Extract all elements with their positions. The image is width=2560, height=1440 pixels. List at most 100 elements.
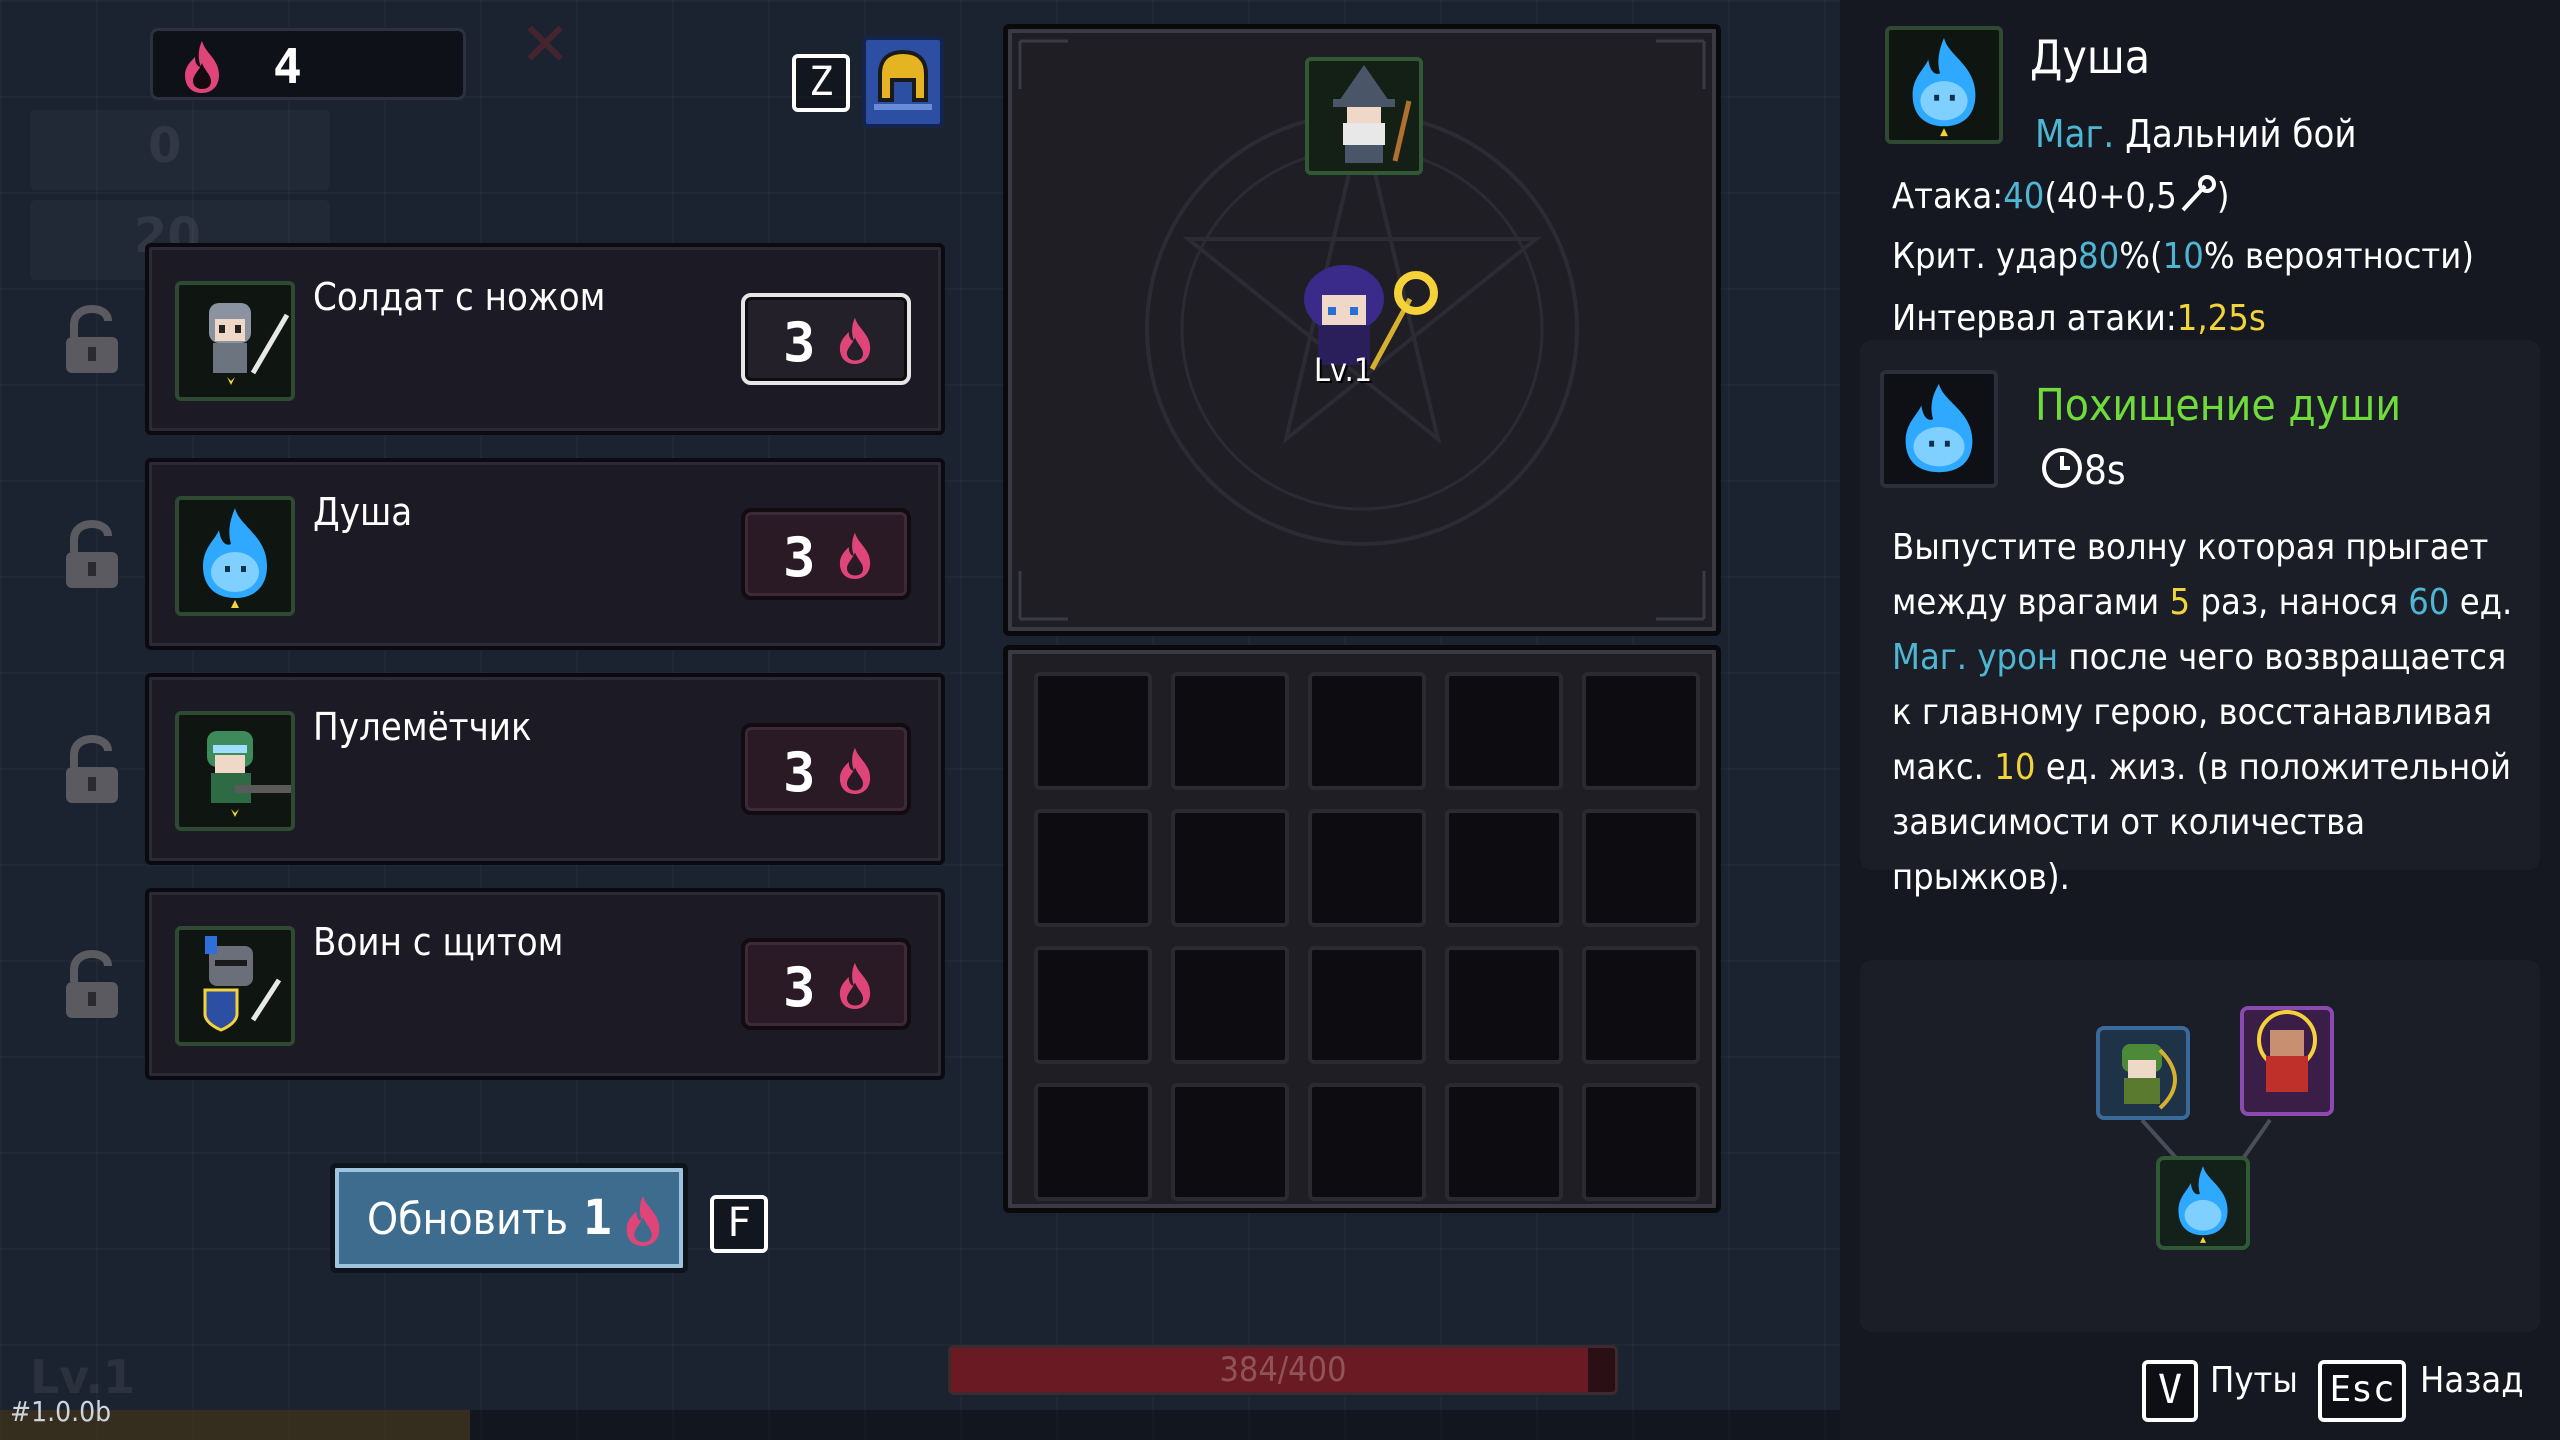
close-icon: ✕: [520, 10, 571, 80]
shop-item-4[interactable]: Воин с щитом 3: [145, 888, 945, 1080]
inventory-slot[interactable]: [1445, 946, 1563, 1064]
hero-pack-button[interactable]: [862, 36, 944, 128]
inventory-slot[interactable]: [1445, 1083, 1563, 1201]
clock-icon: [2042, 448, 2082, 488]
inventory-slot[interactable]: [1171, 809, 1289, 927]
crit-stat: Крит. удар80%(10% вероятности): [1892, 236, 2474, 277]
shop-item-2[interactable]: Душа 3: [145, 458, 945, 650]
lock-toggle-4[interactable]: [60, 949, 124, 1026]
skill-cooldown: 8s: [2040, 446, 2126, 494]
soul-count: 4: [273, 39, 302, 95]
synergy-links: [2140, 1118, 2272, 1162]
skill-icon-frame: [1880, 370, 1998, 488]
health-text: 384/400: [1219, 1350, 1347, 1390]
shop-item-name: Солдат с ножом: [313, 275, 606, 319]
soul-currency-counter: 4: [150, 28, 466, 100]
inventory-slot[interactable]: [1582, 672, 1700, 790]
skill-description: Выпустите волну которая прыгает между вр…: [1892, 527, 2513, 898]
skill-card: Похищение души 8s Выпустите волну котора…: [1860, 340, 2540, 898]
soul-icon: [1912, 37, 1976, 137]
health-bar: 384/400: [948, 1345, 1618, 1395]
buy-button[interactable]: 3: [741, 508, 911, 600]
formation-panel: Lv.1: [1003, 24, 1721, 636]
synergy-tree: [1860, 960, 2540, 1332]
soul-icon: [203, 508, 267, 608]
shop-item-name: Душа: [313, 490, 413, 534]
refresh-hotkey[interactable]: F: [710, 1195, 768, 1253]
attack-interval-stat: Интервал атаки:1,25s: [1892, 298, 2266, 339]
shop-item-name: Пулемётчик: [313, 705, 532, 749]
unlocked-padlock-icon: [66, 519, 118, 588]
inventory-slot[interactable]: [1308, 1083, 1426, 1201]
refresh-shop-button[interactable]: Обновить 1: [330, 1163, 688, 1273]
wizard-unit-slot[interactable]: [1305, 57, 1423, 175]
inventory-slot[interactable]: [1034, 672, 1152, 790]
shop-item-name: Воин с щитом: [313, 920, 564, 964]
unit-range-type: Дальний бой: [2125, 112, 2357, 156]
price-value: 3: [783, 956, 816, 1019]
synergy-monk-icon[interactable]: [2240, 1006, 2334, 1116]
inventory-slot[interactable]: [1308, 809, 1426, 927]
inventory-slot[interactable]: [1034, 946, 1152, 1064]
buy-button[interactable]: 3: [741, 723, 911, 815]
shield-warrior-portrait: [175, 926, 295, 1046]
skill-name: Похищение души: [2035, 380, 2402, 431]
inventory-slot[interactable]: [1445, 672, 1563, 790]
paths-label[interactable]: Путы: [2210, 1360, 2298, 1401]
inventory-slot[interactable]: [1582, 809, 1700, 927]
inventory-slot[interactable]: [1034, 1083, 1152, 1201]
soul-flame-icon: [185, 41, 219, 93]
lock-toggle-3[interactable]: [60, 734, 124, 811]
hero-level-label: Lv.1: [1314, 351, 1373, 389]
inventory-slot[interactable]: [1171, 672, 1289, 790]
gunner-portrait: [175, 711, 295, 831]
lock-toggle-1[interactable]: [60, 304, 124, 381]
back-label[interactable]: Назад: [2420, 1360, 2524, 1401]
attack-stat: Атака:40(40+0,5): [1892, 175, 2230, 217]
gunner-icon: [207, 731, 291, 817]
helmet-icon: [874, 49, 932, 110]
soul-flame-icon: [839, 317, 871, 364]
inventory-slot[interactable]: [1308, 672, 1426, 790]
refresh-label: Обновить: [367, 1194, 569, 1245]
inventory-slot[interactable]: [1308, 946, 1426, 1064]
soul-flame-icon: [839, 532, 871, 579]
buy-button[interactable]: 3: [741, 938, 911, 1030]
inventory-slot[interactable]: [1445, 809, 1563, 927]
unit-damage-type: Маг.: [2035, 112, 2115, 156]
knife-soldier-icon: [209, 303, 290, 385]
background-gem-counter: 0: [30, 110, 330, 190]
refresh-price: 1: [583, 1190, 612, 1246]
shop-item-3[interactable]: Пулемётчик 3: [145, 673, 945, 865]
unit-class: Маг. Дальний бой: [2035, 112, 2357, 156]
back-hotkey[interactable]: Esc: [2318, 1360, 2406, 1422]
inventory-slot[interactable]: [1034, 809, 1152, 927]
synergy-ranger-icon[interactable]: [2096, 1026, 2190, 1120]
price-value: 3: [783, 311, 816, 374]
inventory-slot[interactable]: [1582, 1083, 1700, 1201]
pack-hotkey[interactable]: Z: [792, 54, 850, 112]
shop-item-1[interactable]: Солдат с ножом 3: [145, 243, 945, 435]
price-value: 3: [783, 741, 816, 804]
paths-hotkey[interactable]: V: [2142, 1360, 2198, 1422]
synergy-soul-icon[interactable]: [2156, 1156, 2250, 1250]
magic-staff-icon: [2181, 175, 2216, 212]
buy-button[interactable]: 3: [741, 293, 911, 385]
main-hero-unit[interactable]: Lv.1: [1292, 259, 1438, 399]
version-label: #1.0.0b: [10, 1395, 112, 1428]
selected-unit-portrait: [1885, 26, 2003, 144]
unit-inventory-grid: [1003, 645, 1721, 1213]
soul-flame-icon: [839, 962, 871, 1009]
lock-toggle-2[interactable]: [60, 519, 124, 596]
soul-flame-skill-icon: [1905, 383, 1973, 473]
unit-name: Душа: [2030, 30, 2151, 84]
price-value: 3: [783, 526, 816, 589]
wizard-icon: [1333, 65, 1412, 163]
unit-info-panel: Душа Маг. Дальний бой Атака:40(40+0,5) К…: [1840, 0, 2560, 1440]
inventory-slot[interactable]: [1171, 946, 1289, 1064]
inventory-slot[interactable]: [1582, 946, 1700, 1064]
unlocked-padlock-icon: [66, 304, 118, 373]
soul-flame-icon: [626, 1195, 660, 1246]
unlocked-padlock-icon: [66, 734, 118, 803]
inventory-slot[interactable]: [1171, 1083, 1289, 1201]
